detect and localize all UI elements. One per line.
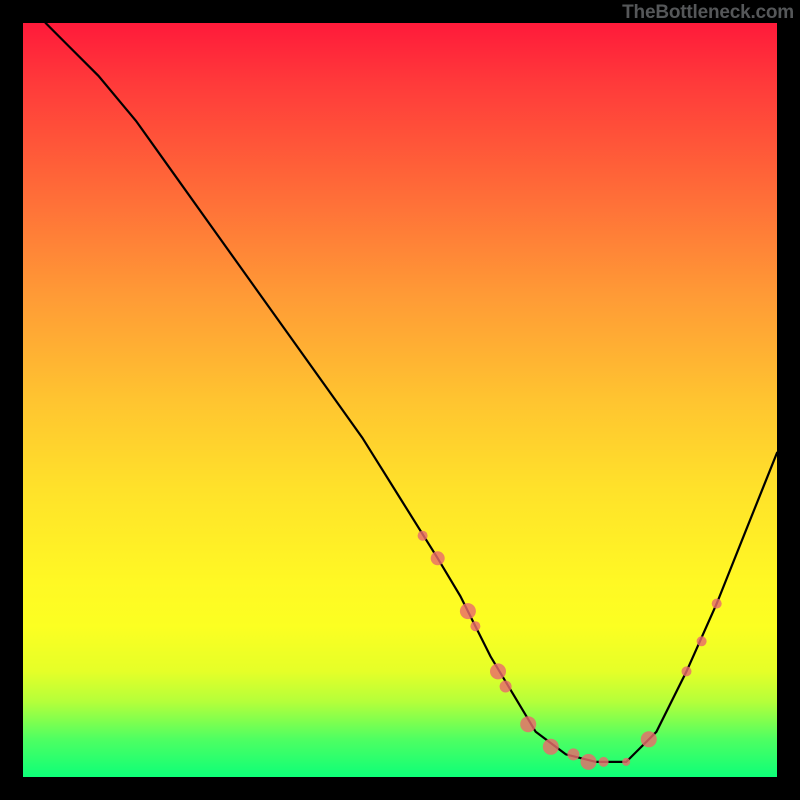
bottleneck-curve [46, 23, 777, 762]
curve-marker [599, 757, 609, 767]
curve-marker [490, 663, 506, 679]
curve-marker [543, 739, 559, 755]
curve-marker [712, 599, 722, 609]
curve-marker [418, 531, 428, 541]
curve-markers-group [418, 531, 722, 770]
curve-marker [641, 731, 657, 747]
curve-marker [460, 603, 476, 619]
curve-marker [682, 666, 692, 676]
curve-marker [520, 716, 536, 732]
chart-svg-layer [23, 23, 777, 777]
attribution-text: TheBottleneck.com [622, 2, 794, 24]
curve-marker [500, 681, 512, 693]
curve-marker [697, 636, 707, 646]
curve-marker [622, 758, 630, 766]
curve-marker [567, 748, 579, 760]
curve-marker [470, 621, 480, 631]
curve-marker [431, 551, 445, 565]
chart-frame: TheBottleneck.com [0, 0, 800, 800]
curve-marker [581, 754, 597, 770]
